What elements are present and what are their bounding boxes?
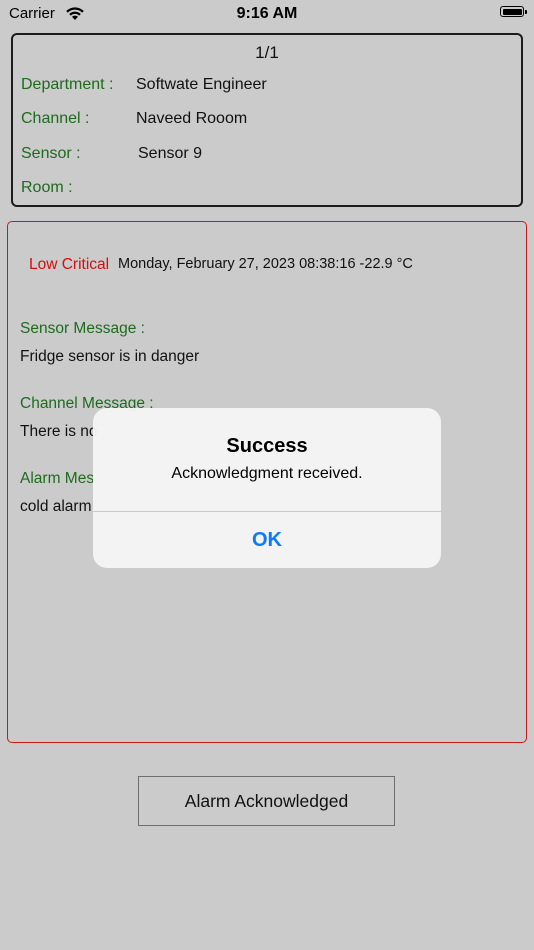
sensor-value: Sensor 9 [138,145,203,162]
success-alert-dialog: Success Acknowledgment received. OK [93,408,441,568]
alarm-message-label: Alarm Mes [20,470,95,487]
sensor-message-text: Fridge sensor is in danger [20,348,200,365]
severity-label: Low Critical [29,256,110,273]
alert-ok-button[interactable]: OK [93,512,441,568]
alert-message: Acknowledgment received. [171,465,363,482]
page-counter: 1/1 [255,43,279,62]
channel-value: Naveed Rooom [136,110,248,127]
battery-icon [500,6,527,17]
sensor-message-label: Sensor Message : [20,320,145,337]
room-label: Room : [21,179,73,196]
clock: 9:16 AM [236,5,298,22]
alarm-message-text: cold alarm [20,498,92,515]
department-label: Department : [21,76,114,93]
channel-message-text: There is no [20,423,98,440]
department-value: Softwate Engineer [136,76,267,93]
info-card: 1/1 Department : Softwate Engineer Chann… [11,33,523,207]
channel-label: Channel : [21,110,90,127]
alert-title: Success [226,435,308,457]
alarm-timestamp: Monday, February 27, 2023 08:38:16 -22.9… [118,256,413,272]
status-bar: Carrier 9:16 AM [0,0,534,28]
alarm-acknowledged-button[interactable]: Alarm Acknowledged [138,776,395,826]
sensor-label: Sensor : [21,145,81,162]
